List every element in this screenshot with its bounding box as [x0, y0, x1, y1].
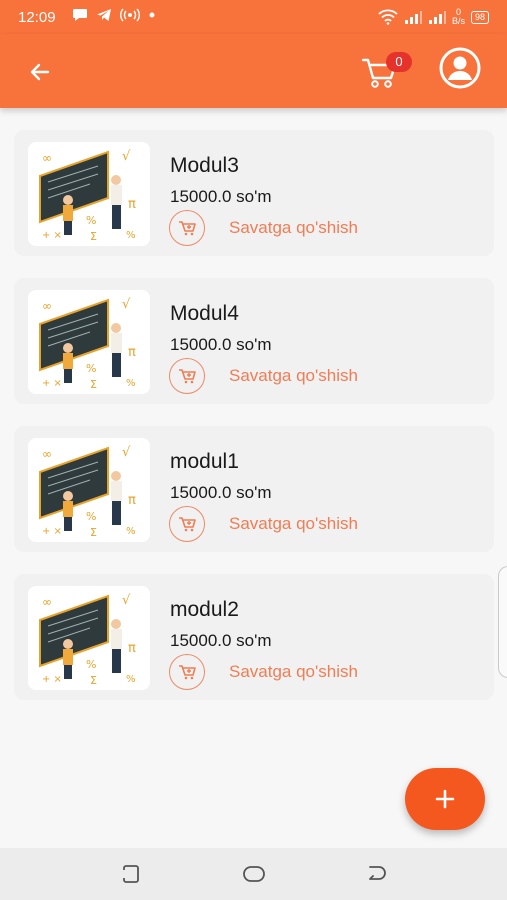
svg-text:√: √ [122, 149, 131, 164]
add-to-cart-label: Savatga qo'shish [229, 514, 358, 533]
svg-text:π: π [128, 493, 136, 508]
add-cart-icon [169, 210, 205, 246]
edge-panel-handle[interactable] [498, 566, 507, 678]
dot-icon [149, 12, 155, 18]
math-teacher-illustration: ∞ √ % π + × Σ % [39, 297, 136, 391]
system-status-icons: 0 B/s 98 [378, 8, 489, 26]
svg-text:∞: ∞ [42, 595, 52, 609]
hotspot-icon [120, 8, 140, 22]
product-title: modul2 [170, 598, 239, 621]
add-to-cart-label: Savatga qo'shish [229, 366, 358, 385]
signal-icon [404, 11, 422, 24]
svg-text:√: √ [122, 297, 131, 312]
add-to-cart-button[interactable]: Savatga qo'shish [169, 506, 358, 542]
svg-text:%: % [126, 526, 136, 537]
account-circle-icon [439, 47, 481, 89]
product-image: ∞ √ % π + × Σ % [28, 438, 150, 542]
add-fab-button[interactable] [405, 768, 485, 830]
home-button[interactable] [241, 862, 267, 886]
add-cart-icon [169, 358, 205, 394]
math-teacher-illustration: ∞ √ % π + × Σ % [39, 593, 136, 687]
notification-icons [72, 8, 156, 22]
arrow-left-icon [30, 63, 50, 81]
svg-text:%: % [126, 378, 136, 389]
app-bar: 0 [0, 34, 507, 108]
product-price: 15000.0 so'm [170, 631, 272, 650]
profile-button[interactable] [438, 46, 482, 90]
svg-text:+ ×: + × [42, 526, 62, 537]
product-price: 15000.0 so'm [170, 483, 272, 502]
recents-button[interactable] [118, 862, 144, 886]
net-speed: 0 B/s [452, 8, 465, 26]
cart-button[interactable]: 0 [360, 48, 412, 92]
product-price: 15000.0 so'm [170, 335, 272, 354]
math-teacher-illustration: ∞ √ % π + × Σ % [39, 445, 136, 539]
svg-text:√: √ [122, 593, 131, 608]
status-time: 12:09 [18, 9, 56, 26]
svg-text:%: % [86, 362, 96, 375]
svg-text:%: % [126, 230, 136, 241]
chat-bubble-icon [73, 9, 87, 21]
svg-text:%: % [86, 510, 96, 523]
svg-text:Σ: Σ [90, 526, 97, 539]
svg-text:√: √ [122, 445, 131, 460]
add-to-cart-button[interactable]: Savatga qo'shish [169, 654, 358, 690]
telegram-icon [97, 9, 111, 21]
signal-icon-2 [428, 11, 446, 24]
product-title: modul1 [170, 450, 239, 473]
svg-text:π: π [128, 197, 136, 212]
svg-text:π: π [128, 641, 136, 656]
svg-text:∞: ∞ [42, 151, 52, 165]
add-to-cart-button[interactable]: Savatga qo'shish [169, 358, 358, 394]
battery-indicator: 98 [470, 10, 489, 24]
plus-icon [435, 789, 455, 809]
back-nav-button[interactable] [364, 862, 390, 886]
system-nav-bar [0, 848, 507, 900]
svg-text:Σ: Σ [90, 230, 97, 243]
add-to-cart-button[interactable]: Savatga qo'shish [169, 210, 358, 246]
product-price: 15000.0 so'm [170, 187, 272, 206]
svg-text:Σ: Σ [90, 378, 97, 391]
product-title: Modul3 [170, 154, 239, 177]
svg-text:%: % [86, 214, 96, 227]
svg-text:∞: ∞ [42, 447, 52, 461]
cart-count-badge: 0 [386, 52, 412, 72]
svg-text:+ ×: + × [42, 674, 62, 685]
product-title: Modul4 [170, 302, 239, 325]
product-image: ∞ √ % π + × Σ % [28, 586, 150, 690]
add-to-cart-label: Savatga qo'shish [229, 662, 358, 681]
product-card[interactable]: ∞ √ % π + × Σ % Modul4 15000.0 so'm Sava… [14, 278, 494, 404]
product-card[interactable]: ∞ √ % π + × Σ % Modul3 15000.0 so'm Sava… [14, 130, 494, 256]
back-button[interactable] [22, 54, 58, 90]
back-icon [369, 866, 386, 880]
add-to-cart-label: Savatga qo'shish [229, 218, 358, 237]
status-bar: 12:09 0 B/s 98 [0, 0, 507, 34]
svg-text:Σ: Σ [90, 674, 97, 687]
svg-text:%: % [126, 674, 136, 685]
product-card[interactable]: ∞ √ % π + × Σ % modul2 15000.0 so'm Sava… [14, 574, 494, 700]
product-card[interactable]: ∞ √ % π + × Σ % modul1 15000.0 so'm Sava… [14, 426, 494, 552]
wifi-icon [378, 9, 398, 25]
math-teacher-illustration: ∞ √ % π + × Σ % [39, 149, 136, 243]
svg-text:π: π [128, 345, 136, 360]
svg-text:∞: ∞ [42, 299, 52, 313]
add-cart-icon [169, 654, 205, 690]
net-speed-unit: B/s [451, 16, 465, 26]
home-icon [243, 866, 265, 882]
product-image: ∞ √ % π + × Σ % [28, 142, 150, 246]
svg-text:+ ×: + × [42, 378, 62, 389]
svg-text:+ ×: + × [42, 230, 62, 241]
recents-icon [123, 865, 139, 883]
add-cart-icon [169, 506, 205, 542]
svg-text:%: % [86, 658, 96, 671]
product-image: ∞ √ % π + × Σ % [28, 290, 150, 394]
